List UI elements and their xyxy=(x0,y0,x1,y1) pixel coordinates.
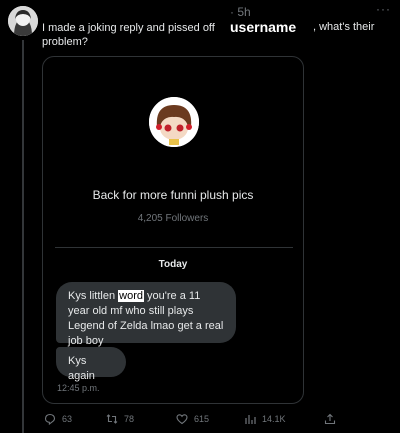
post-text: I made a joking reply and pissed off pro… xyxy=(42,22,215,48)
divider xyxy=(55,247,293,248)
share-button[interactable] xyxy=(324,413,342,425)
highlighted-word: word xyxy=(118,290,144,302)
more-icon[interactable]: ··· xyxy=(376,2,391,16)
views-button[interactable]: 14.1K xyxy=(244,413,286,425)
message-bubble: Kys littlen word you're a 11 year old mf… xyxy=(56,282,236,347)
heart-icon xyxy=(176,414,188,425)
repost-count: 78 xyxy=(124,414,135,424)
profile-bio: Back for more funni plush pics xyxy=(92,188,254,202)
message-bubble: Kys again xyxy=(56,347,126,382)
plush-avatar-icon xyxy=(149,97,199,147)
views-icon xyxy=(245,415,256,424)
reply-icon xyxy=(44,413,56,425)
avatar-image xyxy=(8,6,38,36)
repost-icon xyxy=(106,414,118,424)
date-separator: Today xyxy=(158,259,188,270)
like-count: 615 xyxy=(194,414,210,424)
thread-line xyxy=(22,40,24,433)
view-count: 14.1K xyxy=(262,414,286,424)
avatar[interactable] xyxy=(8,6,38,36)
repost-button[interactable]: 78 xyxy=(106,413,134,425)
username[interactable]: username xyxy=(230,19,296,35)
reply-button[interactable]: 63 xyxy=(44,413,72,425)
message-timestamp: 12:45 p.m. xyxy=(57,383,100,393)
profile-picture xyxy=(149,97,199,147)
attached-image[interactable]: Back for more funni plush pics 4,205 Fol… xyxy=(42,56,304,404)
follower-count: 4,205 Followers xyxy=(137,213,209,224)
post-time: · 5h xyxy=(230,5,251,19)
post-text-tail: , what's their xyxy=(313,21,375,33)
action-bar: 63 78 615 14.1K xyxy=(44,413,344,429)
like-button[interactable]: 615 xyxy=(176,413,209,425)
reply-count: 63 xyxy=(62,414,73,424)
share-icon xyxy=(324,413,336,425)
